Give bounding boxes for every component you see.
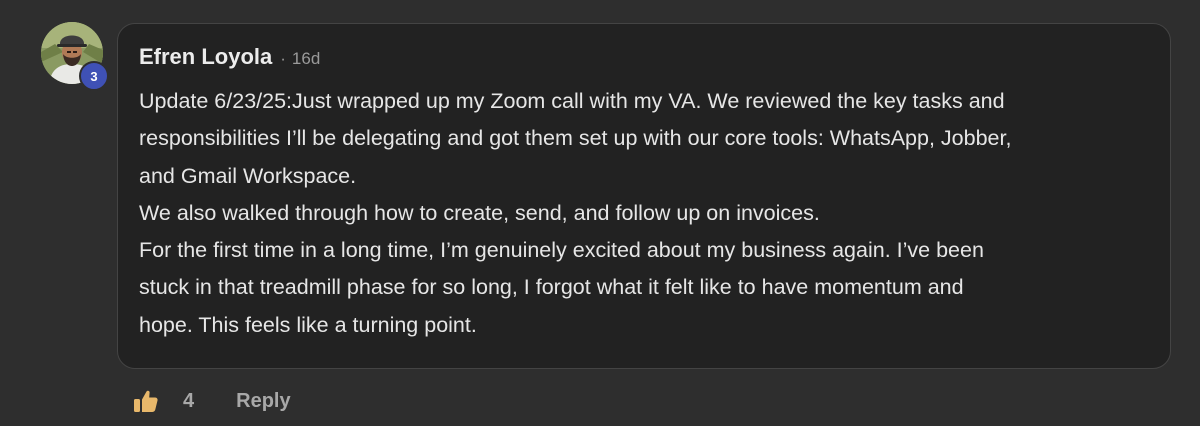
header-separator: · <box>280 49 286 68</box>
level-badge: 3 <box>79 61 109 91</box>
comment-line: Update 6/23/25:Just wrapped up my Zoom c… <box>139 89 1005 113</box>
comment-line: hope. This feels like a turning point. <box>139 312 477 337</box>
like-count: 4 <box>183 389 195 412</box>
comment-line: and Gmail Workspace. <box>139 163 357 188</box>
comment-actions: 4 Reply <box>133 383 291 419</box>
comment-line: For the first time in a long time, I’m g… <box>139 238 984 263</box>
comment-body: Update 6/23/25:Just wrapped up my Zoom c… <box>139 83 1146 344</box>
author-avatar-container[interactable]: 3 <box>41 22 109 91</box>
comment-bubble: Efren Loyola · 16d Update 6/23/25:Just w… <box>117 23 1171 369</box>
comment-header: Efren Loyola · 16d <box>139 44 1146 78</box>
timestamp[interactable]: 16d <box>292 49 320 69</box>
author-name[interactable]: Efren Loyola <box>139 44 272 70</box>
reply-button[interactable]: Reply <box>236 390 290 413</box>
comment-line: responsibilities I’ll be delegating and … <box>139 126 1012 151</box>
comment-line: stuck in that treadmill phase for so lon… <box>139 275 964 300</box>
comment-line: We also walked through how to create, se… <box>139 200 820 225</box>
thumbs-up-icon[interactable] <box>133 388 159 414</box>
comment-thread: 3 Efren Loyola · 16d Update 6/23/25:Just… <box>0 0 1200 426</box>
